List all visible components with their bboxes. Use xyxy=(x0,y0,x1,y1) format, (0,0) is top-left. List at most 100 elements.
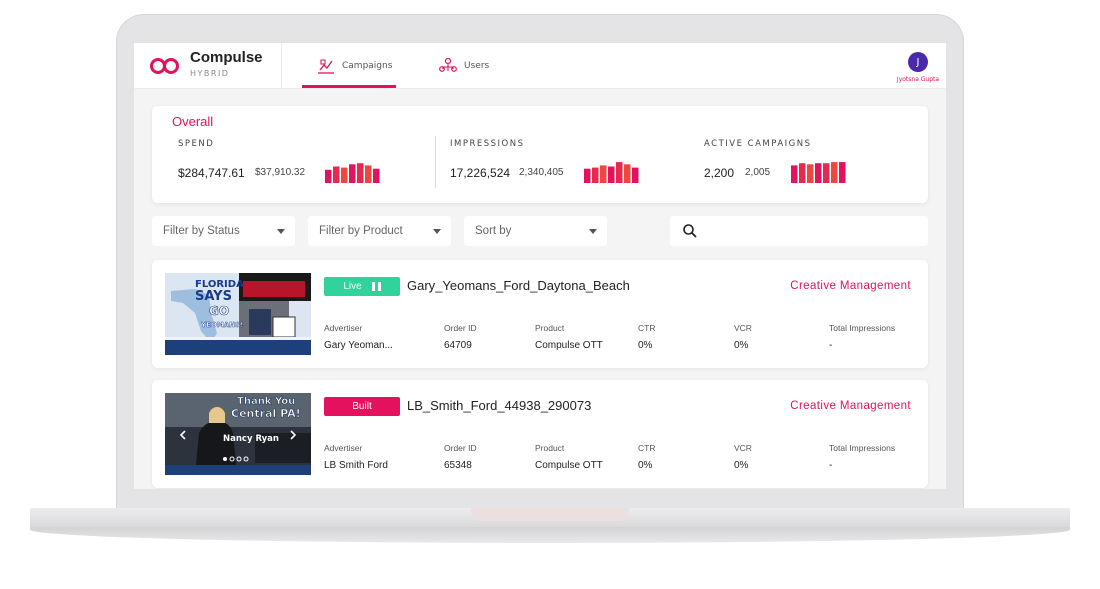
carousel-dot[interactable] xyxy=(223,457,227,461)
laptop-mockup: Compulse HYBRID Campaigns Users J Jyotsn… xyxy=(0,0,1100,589)
user-name: Jyotsna Gupta xyxy=(896,76,940,83)
spark-bar xyxy=(341,167,348,183)
campaign-thumbnail[interactable]: Thank You Central PA! Nancy Ryan xyxy=(165,393,311,475)
filter-product-select[interactable]: Filter by Product xyxy=(308,216,451,246)
spark-bar xyxy=(349,164,356,183)
laptop-base-bottom xyxy=(30,527,1070,543)
laptop-notch xyxy=(471,508,629,521)
tab-users-label: Users xyxy=(464,61,490,71)
status-label: Live xyxy=(343,281,362,292)
spark-bar xyxy=(831,162,838,183)
field-advertiser: Advertiser LB Smith Ford xyxy=(324,443,388,471)
field-label: VCR xyxy=(734,323,752,333)
status-badge[interactable]: Live xyxy=(324,277,400,296)
metric-sparkbars xyxy=(791,162,846,183)
field-value: Gary Yeoman... xyxy=(324,340,393,351)
spark-bar xyxy=(632,167,639,183)
overall-summary-card: Overall SPEND $284,747.61 $37,910.32 IMP… xyxy=(152,106,928,203)
creative-management-link[interactable]: Creative Management xyxy=(790,280,911,292)
metric-total: $284,747.61 xyxy=(178,166,245,180)
spark-bar xyxy=(608,166,615,183)
metric-sparkbars xyxy=(325,163,380,183)
field-ctr: CTR 0% xyxy=(638,443,655,471)
field-total-impressions: Total Impressions - xyxy=(829,443,895,471)
campaign-card[interactable]: FLORIDA SAYS GO YEOMANS! Live Gary_Yeoma… xyxy=(152,260,928,368)
spark-bar xyxy=(791,165,798,183)
brand-logo-icon[interactable] xyxy=(150,58,180,74)
field-value: 64709 xyxy=(444,340,472,351)
field-value: 0% xyxy=(638,340,653,351)
metric-secondary: $37,910.32 xyxy=(255,167,306,178)
metric-total: 2,200 xyxy=(704,166,735,180)
thumb-text: YEOMANS! xyxy=(200,321,243,329)
thumb-text: SAYS xyxy=(195,289,232,304)
status-label: Built xyxy=(352,401,372,412)
users-icon xyxy=(439,57,457,72)
field-label: CTR xyxy=(638,323,656,333)
field-order-id: Order ID 65348 xyxy=(444,443,477,471)
metric-impressions: IMPRESSIONS 17,226,524 2,340,405 xyxy=(450,139,639,183)
metric-total: 17,226,524 xyxy=(450,166,511,180)
field-vcr: VCR 0% xyxy=(734,323,752,351)
filter-status-select[interactable]: Filter by Status xyxy=(152,216,295,246)
header-divider xyxy=(281,43,282,89)
spark-bar xyxy=(616,162,623,183)
overall-title: Overall xyxy=(172,114,214,129)
field-label: Total Impressions xyxy=(829,323,896,333)
field-value: 0% xyxy=(734,340,749,351)
pause-icon[interactable] xyxy=(371,282,381,291)
metric-label: SPEND xyxy=(178,139,215,149)
metric-secondary: 2,340,405 xyxy=(519,167,564,178)
metric-spend: SPEND $284,747.61 $37,910.32 xyxy=(178,139,380,183)
campaign-name[interactable]: LB_Smith_Ford_44938_290073 xyxy=(407,398,591,413)
spark-bar xyxy=(592,167,599,183)
filter-status-label: Filter by Status xyxy=(163,225,240,237)
thumb-text: Nancy Ryan xyxy=(223,434,279,444)
metric-sparkbars xyxy=(584,162,639,183)
field-total-impressions: Total Impressions - xyxy=(829,323,895,351)
campaign-thumbnail[interactable]: FLORIDA SAYS GO YEOMANS! xyxy=(165,273,311,355)
field-value: - xyxy=(829,340,833,351)
spark-bar xyxy=(584,168,591,183)
field-product: Product Compulse OTT xyxy=(535,443,603,471)
spark-bar xyxy=(373,168,380,183)
sort-select[interactable]: Sort by xyxy=(464,216,607,246)
metric-label: IMPRESSIONS xyxy=(450,139,525,149)
chevron-down-icon xyxy=(589,229,597,234)
field-label: VCR xyxy=(734,443,752,453)
spark-bar xyxy=(839,162,846,183)
field-value: - xyxy=(829,460,833,471)
metric-label: ACTIVE CAMPAIGNS xyxy=(704,139,812,149)
user-avatar[interactable]: J xyxy=(908,52,928,72)
thumb-text: Thank You xyxy=(237,396,295,407)
field-value: 0% xyxy=(734,460,749,471)
brand-subtitle: HYBRID xyxy=(190,69,230,78)
sort-label: Sort by xyxy=(475,225,512,237)
field-product: Product Compulse OTT xyxy=(535,323,603,351)
field-value: 65348 xyxy=(444,460,472,471)
spark-bar xyxy=(365,165,372,183)
spark-bar xyxy=(333,166,340,183)
status-badge[interactable]: Built xyxy=(324,397,400,416)
spark-bar xyxy=(600,165,607,183)
thumb-text: Central PA! xyxy=(231,407,301,420)
creative-management-link[interactable]: Creative Management xyxy=(790,400,911,412)
field-label: Product xyxy=(535,443,565,453)
field-label: Advertiser xyxy=(324,323,363,333)
campaign-thumbnail-image: Thank You Central PA! Nancy Ryan xyxy=(165,393,311,475)
field-label: Total Impressions xyxy=(829,443,896,453)
spark-bar xyxy=(357,163,364,183)
field-value: 0% xyxy=(638,460,653,471)
metric-active-campaigns: ACTIVE CAMPAIGNS 2,200 2,005 xyxy=(704,139,846,183)
campaign-name[interactable]: Gary_Yeomans_Ford_Daytona_Beach xyxy=(407,278,630,293)
spark-bar xyxy=(823,163,830,183)
chevron-down-icon xyxy=(277,229,285,234)
campaign-card[interactable]: Thank You Central PA! Nancy Ryan Built L… xyxy=(152,380,928,488)
spark-bar xyxy=(807,164,814,183)
spark-bar xyxy=(325,169,332,183)
search-input[interactable] xyxy=(670,216,928,246)
field-vcr: VCR 0% xyxy=(734,443,752,471)
tab-users[interactable]: Users xyxy=(438,43,489,89)
campaign-thumbnail-image: FLORIDA SAYS GO YEOMANS! xyxy=(165,273,311,355)
tab-campaigns[interactable]: Campaigns xyxy=(316,43,392,89)
